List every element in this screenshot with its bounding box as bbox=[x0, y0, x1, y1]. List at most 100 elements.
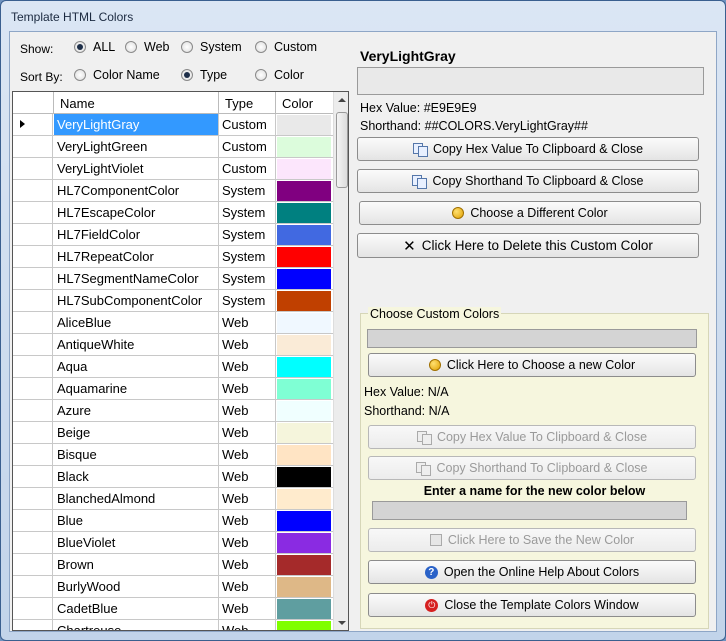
cell-type[interactable]: Web bbox=[219, 334, 276, 355]
table-row[interactable]: AntiqueWhite Web bbox=[13, 334, 333, 356]
cell-type[interactable]: Custom bbox=[219, 114, 276, 135]
cell-type[interactable]: Web bbox=[219, 356, 276, 377]
table-row[interactable]: Black Web bbox=[13, 466, 333, 488]
cell-name[interactable]: CadetBlue bbox=[54, 598, 219, 619]
row-header[interactable] bbox=[13, 466, 53, 487]
custom-copy-hex-button[interactable]: Copy Hex Value To Clipboard & Close bbox=[368, 425, 696, 449]
cell-color-swatch[interactable] bbox=[277, 247, 331, 267]
cell-color-swatch[interactable] bbox=[277, 423, 331, 443]
save-new-color-button[interactable]: Click Here to Save the New Color bbox=[368, 528, 696, 552]
cell-name[interactable]: Aquamarine bbox=[54, 378, 219, 399]
table-row[interactable]: Beige Web bbox=[13, 422, 333, 444]
close-window-button[interactable]: ⏻ Close the Template Colors Window bbox=[368, 593, 696, 617]
cell-type[interactable]: Web bbox=[219, 576, 276, 597]
cell-type[interactable]: Web bbox=[219, 532, 276, 553]
delete-custom-color-button[interactable]: ✕ Click Here to Delete this Custom Color bbox=[357, 233, 699, 258]
cell-name[interactable]: Blue bbox=[54, 510, 219, 531]
cell-color-swatch[interactable] bbox=[277, 225, 331, 245]
column-header-name[interactable]: Name bbox=[54, 92, 219, 114]
row-header[interactable] bbox=[13, 378, 53, 399]
cell-color-swatch[interactable] bbox=[277, 269, 331, 289]
table-row[interactable]: HL7FieldColor System bbox=[13, 224, 333, 246]
table-row[interactable]: Brown Web bbox=[13, 554, 333, 576]
cell-color-swatch[interactable] bbox=[277, 181, 331, 201]
cell-type[interactable]: Web bbox=[219, 488, 276, 509]
row-header[interactable] bbox=[13, 158, 53, 179]
copy-shorthand-button[interactable]: Copy Shorthand To Clipboard & Close bbox=[357, 169, 699, 193]
cell-color-swatch[interactable] bbox=[277, 467, 331, 487]
row-header[interactable] bbox=[13, 114, 53, 135]
table-row[interactable]: BlanchedAlmond Web bbox=[13, 488, 333, 510]
table-row[interactable]: AliceBlue Web bbox=[13, 312, 333, 334]
table-row[interactable]: Bisque Web bbox=[13, 444, 333, 466]
cell-color-swatch[interactable] bbox=[277, 577, 331, 597]
cell-type[interactable]: Web bbox=[219, 312, 276, 333]
cell-type[interactable]: System bbox=[219, 180, 276, 201]
cell-type[interactable]: Web bbox=[219, 400, 276, 421]
row-header[interactable] bbox=[13, 224, 53, 245]
colors-grid[interactable]: Name Type Color VeryLightGray Custom VeryL… bbox=[12, 91, 349, 631]
online-help-button[interactable]: ? Open the Online Help About Colors bbox=[368, 560, 696, 584]
row-header[interactable] bbox=[13, 246, 53, 267]
table-row[interactable]: Chartreuse Web bbox=[13, 620, 333, 630]
table-row[interactable]: Aqua Web bbox=[13, 356, 333, 378]
column-header-color[interactable]: Color bbox=[276, 92, 333, 114]
cell-color-swatch[interactable] bbox=[277, 401, 331, 421]
grid-scrollbar[interactable] bbox=[333, 92, 348, 630]
row-header[interactable] bbox=[13, 268, 53, 289]
cell-color-swatch[interactable] bbox=[277, 621, 331, 630]
table-row[interactable]: Blue Web bbox=[13, 510, 333, 532]
row-header[interactable] bbox=[13, 576, 53, 597]
row-header[interactable] bbox=[13, 598, 53, 619]
show-web-radio[interactable]: Web bbox=[125, 40, 169, 54]
table-row[interactable]: Azure Web bbox=[13, 400, 333, 422]
row-header[interactable] bbox=[13, 334, 53, 355]
cell-color-swatch[interactable] bbox=[277, 313, 331, 333]
column-header-type[interactable]: Type bbox=[219, 92, 276, 114]
row-header[interactable] bbox=[13, 180, 53, 201]
cell-type[interactable]: Web bbox=[219, 466, 276, 487]
show-system-radio[interactable]: System bbox=[181, 40, 242, 54]
cell-color-swatch[interactable] bbox=[277, 203, 331, 223]
cell-color-swatch[interactable] bbox=[277, 511, 331, 531]
sort-type-radio[interactable]: Type bbox=[181, 68, 227, 82]
table-row[interactable]: HL7RepeatColor System bbox=[13, 246, 333, 268]
table-row[interactable]: BlueViolet Web bbox=[13, 532, 333, 554]
cell-type[interactable]: System bbox=[219, 224, 276, 245]
cell-color-swatch[interactable] bbox=[277, 489, 331, 509]
cell-color-swatch[interactable] bbox=[277, 335, 331, 355]
choose-new-color-button[interactable]: Click Here to Choose a new Color bbox=[368, 353, 696, 377]
row-header[interactable] bbox=[13, 532, 53, 553]
row-header[interactable] bbox=[13, 488, 53, 509]
cell-name[interactable]: Brown bbox=[54, 554, 219, 575]
cell-name[interactable]: BlueViolet bbox=[54, 532, 219, 553]
cell-name[interactable]: BlanchedAlmond bbox=[54, 488, 219, 509]
cell-name[interactable]: Black bbox=[54, 466, 219, 487]
cell-color-swatch[interactable] bbox=[277, 159, 331, 179]
choose-different-color-button[interactable]: Choose a Different Color bbox=[359, 201, 701, 225]
table-row[interactable]: HL7SegmentNameColor System bbox=[13, 268, 333, 290]
row-header[interactable] bbox=[13, 312, 53, 333]
cell-color-swatch[interactable] bbox=[277, 137, 331, 157]
row-header[interactable] bbox=[13, 422, 53, 443]
cell-name[interactable]: Aqua bbox=[54, 356, 219, 377]
row-header[interactable] bbox=[13, 356, 53, 377]
table-row[interactable]: VeryLightGray Custom bbox=[13, 114, 333, 136]
table-row[interactable]: Aquamarine Web bbox=[13, 378, 333, 400]
cell-name[interactable]: VeryLightGray bbox=[54, 114, 219, 135]
show-all-radio[interactable]: ALL bbox=[74, 40, 115, 54]
cell-name[interactable]: BurlyWood bbox=[54, 576, 219, 597]
scroll-down-arrow-icon[interactable] bbox=[338, 621, 346, 625]
table-row[interactable]: BurlyWood Web bbox=[13, 576, 333, 598]
cell-color-swatch[interactable] bbox=[277, 115, 331, 135]
cell-type[interactable]: Web bbox=[219, 422, 276, 443]
new-color-name-input[interactable] bbox=[372, 501, 687, 520]
custom-copy-shorthand-button[interactable]: Copy Shorthand To Clipboard & Close bbox=[368, 456, 696, 480]
row-header[interactable] bbox=[13, 202, 53, 223]
cell-color-swatch[interactable] bbox=[277, 357, 331, 377]
table-row[interactable]: VeryLightGreen Custom bbox=[13, 136, 333, 158]
sort-name-radio[interactable]: Color Name bbox=[74, 68, 160, 82]
cell-name[interactable]: VeryLightViolet bbox=[54, 158, 219, 179]
cell-type[interactable]: System bbox=[219, 268, 276, 289]
cell-type[interactable]: Web bbox=[219, 620, 276, 630]
